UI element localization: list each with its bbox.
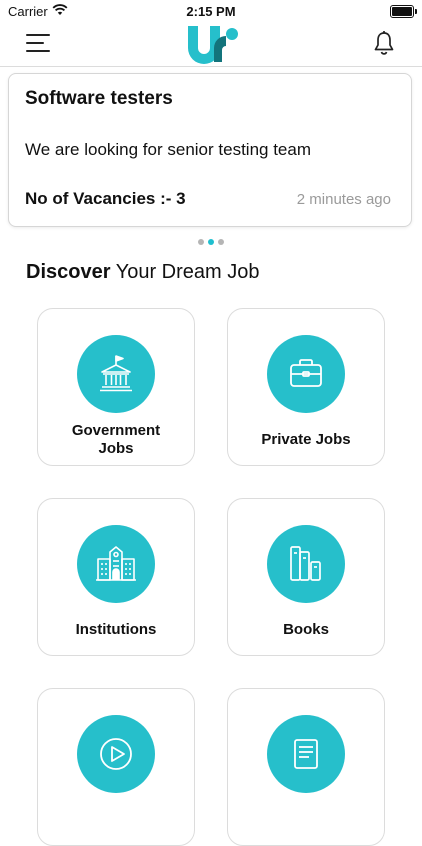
briefcase-icon <box>267 335 345 413</box>
category-tile-books[interactable]: Books <box>227 498 385 656</box>
carousel-dot[interactable] <box>198 239 204 245</box>
section-title: Discover Your Dream Job <box>26 261 259 284</box>
category-tile-video[interactable] <box>37 688 195 846</box>
app-logo-icon <box>188 26 238 64</box>
category-tile-institutions[interactable]: Institutions <box>37 498 195 656</box>
books-icon <box>267 525 345 603</box>
category-label: Government Jobs <box>38 422 194 458</box>
notification-bell-icon[interactable] <box>372 30 396 56</box>
clock-time: 2:15 PM <box>186 4 236 19</box>
category-label-text: Government Jobs <box>71 422 161 457</box>
menu-line-icon <box>26 42 44 44</box>
menu-line-icon <box>26 50 50 52</box>
hamburger-menu-button[interactable] <box>26 32 52 54</box>
job-posted-time: 2 minutes ago <box>296 191 391 208</box>
section-title-rest: Your Dream Job <box>110 261 260 283</box>
battery-icon <box>390 5 417 18</box>
job-announcement-card[interactable]: Software testers We are looking for seni… <box>8 73 412 227</box>
carousel-dot[interactable] <box>218 239 224 245</box>
category-tile-government-jobs[interactable]: Government Jobs <box>37 308 195 466</box>
job-title: Software testers <box>25 88 173 109</box>
category-label: Institutions <box>75 621 157 638</box>
section-title-bold: Discover <box>26 261 111 283</box>
navbar-divider <box>0 66 422 67</box>
category-tile-private-jobs[interactable]: Private Jobs <box>227 308 385 466</box>
category-label: Private Jobs <box>261 431 351 448</box>
play-video-icon <box>77 715 155 793</box>
status-bar: Carrier 2:15 PM <box>0 0 422 22</box>
document-icon <box>267 715 345 793</box>
institution-building-icon <box>77 525 155 603</box>
category-tile-documents[interactable] <box>227 688 385 846</box>
carousel-indicator <box>0 239 422 245</box>
carousel-dot[interactable] <box>208 239 214 245</box>
menu-line-icon <box>26 34 50 36</box>
job-description: We are looking for senior testing team <box>25 140 311 159</box>
top-navbar <box>0 22 422 66</box>
category-label: Books <box>283 621 329 638</box>
job-vacancies: No of Vacancies :- 3 <box>25 189 186 208</box>
government-building-icon <box>77 335 155 413</box>
